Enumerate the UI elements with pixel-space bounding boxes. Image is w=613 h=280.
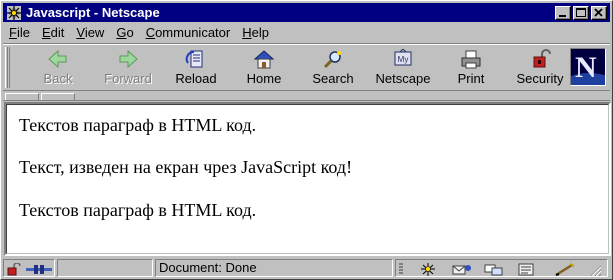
menu-file[interactable]: File [3, 25, 36, 40]
forward-button[interactable]: Forward [99, 47, 157, 89]
menu-view[interactable]: View [70, 25, 110, 40]
netscape-icon: My [391, 48, 415, 69]
mail-icon[interactable] [452, 263, 472, 276]
minimize-icon [559, 14, 566, 17]
menu-bar: File Edit View Go Communicator Help [3, 23, 610, 42]
toolbar-grip[interactable] [5, 47, 10, 88]
discussions-icon[interactable] [484, 263, 504, 276]
location-toolbar-tab[interactable] [41, 93, 75, 100]
paragraph-html-2: Текстов параграф в HTML код. [19, 200, 257, 220]
status-text-box: Document: Done [155, 259, 393, 277]
maximize-icon [576, 7, 586, 17]
title-bar[interactable]: Javascript - Netscape [3, 3, 610, 22]
maximize-button[interactable] [573, 5, 589, 20]
navigation-toolbar-tab[interactable] [5, 93, 39, 100]
netscape-logo[interactable]: N [570, 48, 606, 86]
component-bar-grip[interactable] [398, 263, 404, 276]
status-padlock-icon[interactable] [6, 262, 22, 276]
search-button[interactable]: Search [307, 47, 359, 89]
print-button[interactable]: Print [449, 47, 493, 89]
menu-communicator[interactable]: Communicator [140, 25, 237, 40]
paragraph-javascript: Текст, изведен на екран чрез JavaScript … [19, 157, 353, 177]
reload-icon [184, 49, 208, 69]
reload-button[interactable]: Reload [169, 47, 223, 89]
close-icon [594, 7, 603, 17]
menu-edit[interactable]: Edit [36, 25, 70, 40]
padlock-icon [528, 49, 552, 69]
forward-arrow-icon [116, 49, 140, 69]
home-button[interactable]: Home [239, 47, 289, 89]
navigation-toolbar: Back Forward Reload Home Search My Netsc… [3, 43, 610, 91]
paragraph-html-1: Текстов параграф в HTML код. [19, 115, 257, 135]
svg-text:My: My [398, 55, 409, 64]
print-icon [459, 49, 483, 69]
page-content[interactable]: Текстов параграф в HTML код. Текст, изве… [4, 102, 611, 256]
navigator-icon[interactable] [420, 263, 436, 276]
address-book-icon[interactable] [516, 263, 536, 276]
toolbar-tab-strip [3, 92, 610, 101]
composer-icon[interactable] [554, 263, 576, 277]
browser-window: Javascript - Netscape File Edit View Go … [0, 0, 613, 280]
netscape-button[interactable]: My Netscape [371, 47, 435, 89]
security-button[interactable]: Security [511, 47, 569, 89]
menu-go[interactable]: Go [110, 25, 139, 40]
status-bar: Document: Done [3, 258, 610, 278]
menu-help[interactable]: Help [236, 25, 275, 40]
progress-box [57, 259, 153, 277]
back-arrow-icon [46, 49, 70, 69]
connection-icon[interactable] [26, 263, 52, 276]
logo-letter: N [575, 51, 597, 84]
close-button[interactable] [591, 5, 607, 20]
status-text: Document: Done [159, 260, 257, 275]
netscape-app-icon[interactable] [6, 5, 22, 21]
status-security-box [3, 259, 55, 277]
component-bar [395, 259, 608, 277]
search-icon [321, 49, 345, 69]
content-frame: Текстов параграф в HTML код. Текст, изве… [6, 104, 609, 254]
window-title: Javascript - Netscape [26, 5, 160, 20]
minimize-button[interactable] [555, 5, 571, 20]
resize-grip-icon[interactable] [588, 263, 602, 277]
home-icon [252, 49, 276, 69]
back-button[interactable]: Back [33, 47, 83, 89]
